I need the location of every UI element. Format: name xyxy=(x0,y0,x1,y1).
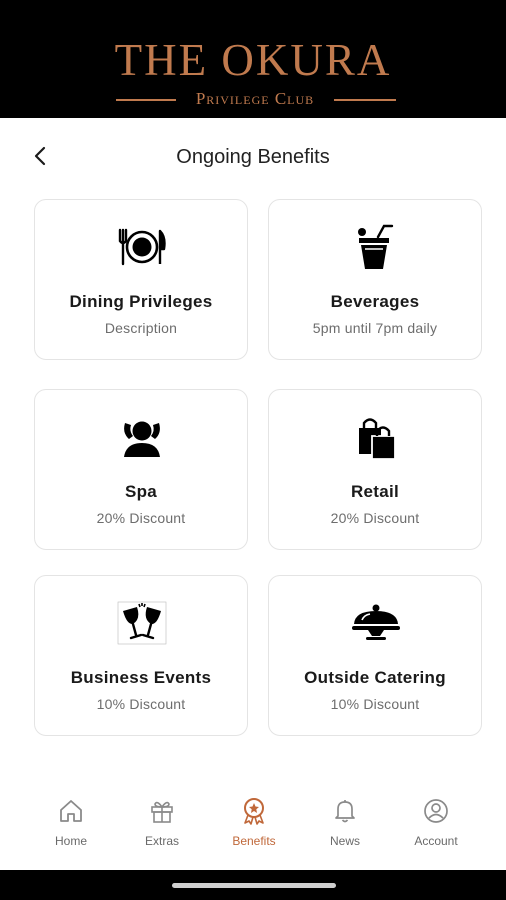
benefit-title: Spa xyxy=(124,482,158,501)
benefit-card-retail[interactable]: Retail 20% Discount xyxy=(268,389,482,550)
beverage-icon xyxy=(346,220,406,274)
bell-icon xyxy=(330,796,360,826)
benefit-card-outside-catering[interactable]: Outside Catering 10% Discount xyxy=(268,575,482,736)
badge-icon xyxy=(239,796,269,826)
benefit-title: Outside Catering xyxy=(304,668,446,687)
benefit-description: Description xyxy=(104,320,178,336)
toast-glasses-icon xyxy=(112,596,172,650)
top-bar: Ongoing Benefits xyxy=(0,118,506,194)
benefit-title: Business Events xyxy=(70,668,212,687)
user-circle-icon xyxy=(421,796,451,826)
benefit-title: Dining Privileges xyxy=(69,292,213,311)
page-title: Ongoing Benefits xyxy=(176,146,330,168)
cloche-icon xyxy=(346,596,406,650)
brand-header: THE OKURA Privilege Club xyxy=(0,0,506,118)
nav-item-home[interactable]: Home xyxy=(26,796,116,856)
benefit-description: 20% Discount xyxy=(96,510,186,526)
nav-label: Extras xyxy=(144,834,179,848)
dining-icon xyxy=(112,220,172,274)
benefit-card-dining[interactable]: Dining Privileges Description xyxy=(34,199,248,360)
brand-subtitle: Privilege Club xyxy=(195,89,315,108)
shopping-bags-icon xyxy=(346,410,406,464)
nav-item-benefits[interactable]: Benefits xyxy=(209,796,299,856)
benefit-description: 10% Discount xyxy=(96,696,186,712)
nav-label: Home xyxy=(54,834,87,848)
brand-rule-right xyxy=(334,99,396,101)
benefit-card-beverages[interactable]: Beverages 5pm until 7pm daily xyxy=(268,199,482,360)
benefit-card-business-events[interactable]: Business Events 10% Discount xyxy=(34,575,248,736)
benefit-description: 5pm until 7pm daily xyxy=(312,320,438,336)
bottom-navigation: Home Extras Benefits News Account xyxy=(0,778,506,870)
benefit-card-spa[interactable]: Spa 20% Discount xyxy=(34,389,248,550)
nav-item-extras[interactable]: Extras xyxy=(117,796,207,856)
gift-icon xyxy=(147,796,177,826)
benefit-title: Beverages xyxy=(330,292,420,311)
benefit-description: 10% Discount xyxy=(330,696,420,712)
nav-label: News xyxy=(329,834,360,848)
nav-label: Benefits xyxy=(232,834,276,848)
brand-title: THE OKURA xyxy=(114,35,392,85)
nav-label: Account xyxy=(414,834,458,848)
spa-icon xyxy=(112,410,172,464)
benefit-description: 20% Discount xyxy=(330,510,420,526)
brand-rule-left xyxy=(116,99,176,101)
system-navigation-bar xyxy=(0,870,506,900)
nav-item-account[interactable]: Account xyxy=(391,796,481,856)
benefit-title: Retail xyxy=(350,482,400,501)
home-indicator[interactable] xyxy=(172,883,336,888)
nav-item-news[interactable]: News xyxy=(300,796,390,856)
home-icon xyxy=(56,796,86,826)
